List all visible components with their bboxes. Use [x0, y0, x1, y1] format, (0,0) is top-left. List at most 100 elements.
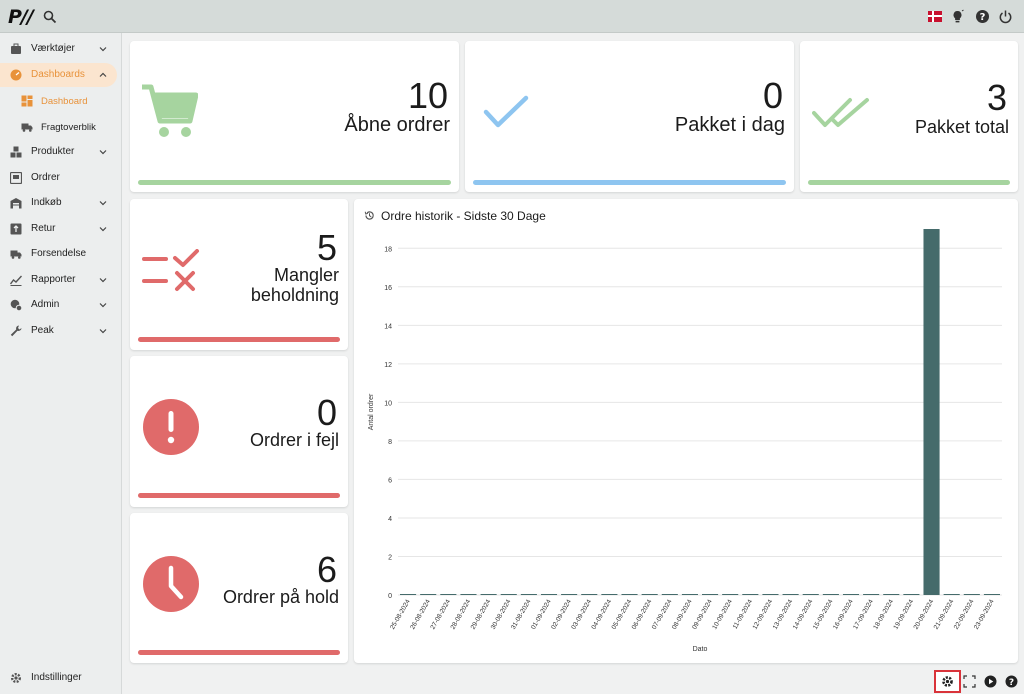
app-logo[interactable]: P// [8, 6, 34, 28]
sidebar-item-ordrer[interactable]: Ordrer [0, 166, 122, 190]
x-tick-label: 05-09-2024 [611, 598, 634, 631]
truck-icon [21, 123, 33, 132]
kpi-card-error-orders[interactable]: 0 Ordrer i fejl [130, 356, 348, 507]
sidebar-item-vaerktoejer[interactable]: Værktøjer [0, 37, 122, 61]
warehouse-icon [10, 198, 22, 209]
chevron-up-icon [99, 72, 107, 77]
x-tick-label: 13-09-2024 [772, 598, 795, 631]
kpi-bar [138, 337, 340, 342]
sidebar-item-label: Retur [31, 223, 56, 234]
power-icon[interactable] [998, 9, 1013, 24]
help-icon[interactable]: ? [975, 9, 990, 24]
kpi-card-on-hold[interactable]: 6 Ordrer på hold [130, 513, 348, 663]
help-icon[interactable]: ? [1005, 675, 1018, 688]
chart-bar [641, 594, 658, 595]
y-tick-label: 14 [384, 323, 392, 330]
sidebar-item-label: Indkøb [31, 197, 62, 208]
chart-bar [540, 594, 558, 595]
x-axis-label: Dato [693, 646, 708, 653]
kpi-bar [138, 493, 340, 498]
sidebar-item-rapporter[interactable]: Rapporter [0, 268, 122, 292]
kpi-value: 6 [316, 549, 337, 590]
chart-bar [460, 594, 477, 595]
chevron-down-icon [99, 278, 107, 283]
grid-icon [21, 95, 33, 107]
truck-icon [10, 250, 22, 259]
lightbulb-icon[interactable] [950, 9, 965, 24]
svg-text:?: ? [980, 12, 986, 23]
sidebar-item-produkter[interactable]: Produkter [0, 140, 122, 164]
kpi-card-packed-total[interactable]: 3 Pakket total [800, 41, 1018, 192]
x-tick-label: 11-09-2024 [732, 598, 755, 630]
sidebar-item-indstillinger[interactable]: Indstillinger [0, 666, 122, 690]
x-tick-label: 21-09-2024 [933, 598, 956, 631]
x-tick-label: 14-09-2024 [792, 598, 815, 631]
sidebar-item-dashboard[interactable]: Dashboard [0, 89, 122, 113]
chevron-down-icon [99, 201, 107, 206]
y-axis-label: Antal ordrer [368, 393, 375, 430]
toolbox-icon [11, 43, 21, 54]
sidebar-footer-label: Indstillinger [31, 672, 82, 683]
chart-bar [561, 594, 578, 595]
chart-bar [722, 594, 739, 595]
play-icon[interactable] [984, 675, 997, 688]
chevron-down-icon [99, 47, 107, 52]
sidebar-item-label: Dashboards [31, 69, 85, 80]
y-tick-label: 18 [384, 246, 392, 253]
fullscreen-icon[interactable] [963, 675, 976, 688]
sidebar-item-forsendelse[interactable]: Forsendelse [0, 242, 122, 266]
x-tick-label: 18-09-2024 [872, 598, 895, 631]
y-tick-label: 2 [388, 554, 392, 561]
kpi-card-packed-today[interactable]: 0 Pakket i dag [465, 41, 794, 192]
svg-text:?: ? [1009, 678, 1014, 688]
clock-icon [143, 556, 199, 612]
sidebar-item-label: Produkter [31, 146, 75, 157]
check-icon [483, 95, 529, 128]
chart-bar [581, 594, 598, 595]
chevron-down-icon [99, 303, 107, 308]
chart-bar [681, 594, 698, 595]
x-tick-label: 15-09-2024 [812, 598, 835, 631]
sidebar-item-dashboards[interactable]: Dashboards [0, 63, 117, 87]
kpi-value: 5 [316, 227, 337, 268]
sidebar-item-admin[interactable]: Admin [0, 293, 122, 317]
chart-bar [520, 594, 537, 595]
y-tick-label: 4 [388, 516, 392, 523]
kpi-label: Pakket i dag [674, 114, 785, 136]
flag-denmark-icon[interactable] [928, 11, 942, 22]
admin-gear-icon [10, 299, 22, 311]
x-tick-label: 25-08-2024 [389, 598, 412, 631]
kpi-value: 0 [762, 75, 783, 116]
alert-circle-icon [143, 399, 199, 455]
kpi-bar [473, 180, 786, 185]
x-tick-label: 04-09-2024 [590, 598, 613, 631]
order-history-panel: Ordre historik - Sidste 30 Dage 0 2 4 6 8 10 1… [354, 199, 1018, 663]
x-tick-label: 02-09-2024 [550, 598, 573, 631]
sidebar-item-fragtoverblik[interactable]: Fragtoverblik [0, 115, 122, 139]
chart-bar [480, 594, 497, 595]
chart-bar [500, 594, 517, 595]
search-icon[interactable] [43, 10, 57, 24]
kpi-card-missing-stock[interactable]: 5 Mangler beholdning [130, 199, 348, 350]
sidebar-item-label: Peak [31, 325, 54, 336]
top-bar: P// ? [0, 0, 1024, 33]
x-tick-label: 08-09-2024 [671, 598, 694, 631]
sidebar-item-label: Admin [31, 299, 60, 310]
dashboard-settings-button[interactable] [934, 670, 961, 693]
cart-icon [142, 84, 198, 137]
sidebar-item-indkoeb[interactable]: Indkøb [0, 191, 122, 215]
sidebar-item-label: Fragtoverblik [41, 122, 96, 133]
chart-bar [822, 594, 839, 595]
x-tick-label: 23-09-2024 [973, 598, 996, 631]
x-tick-label: 07-09-2024 [651, 598, 674, 631]
sidebar-item-label: Forsendelse [31, 248, 87, 259]
x-tick-label: 01-09-2024 [530, 598, 553, 631]
chart-bar [943, 594, 960, 595]
y-tick-label: 8 [388, 439, 392, 446]
sidebar-item-peak[interactable]: Peak [0, 319, 122, 343]
kpi-card-open-orders[interactable]: 10 Åbne ordrer [130, 41, 459, 192]
chart-bar [883, 594, 900, 595]
double-check-icon [812, 98, 869, 127]
sidebar-item-retur[interactable]: Retur [0, 217, 122, 241]
return-box-icon [10, 223, 22, 235]
